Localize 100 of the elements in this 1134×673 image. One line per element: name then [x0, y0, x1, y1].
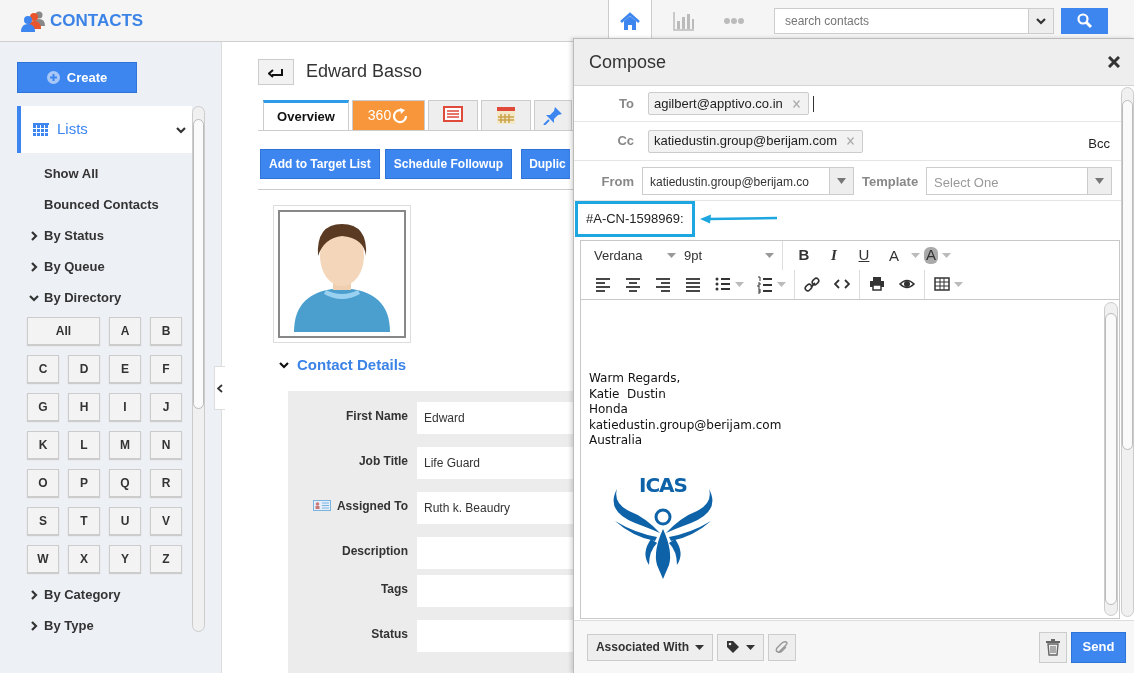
chevron-down-icon[interactable] [1036, 15, 1046, 26]
field-value[interactable]: Edward [417, 401, 573, 434]
letter-button[interactable]: G [27, 393, 59, 421]
format-button[interactable]: A [881, 246, 907, 265]
letter-button[interactable]: L [68, 431, 100, 459]
letter-button[interactable]: A [109, 317, 141, 345]
create-button[interactable]: Create [17, 62, 137, 93]
plus-icon [46, 71, 60, 84]
chevron-right-icon[interactable] [28, 589, 39, 600]
tag-icon [726, 640, 740, 654]
letter-button[interactable]: C [27, 355, 59, 383]
letter-button[interactable]: R [150, 469, 182, 497]
action-button[interactable]: Duplic [521, 149, 570, 179]
tab[interactable] [428, 100, 478, 130]
scrollbar[interactable] [192, 106, 205, 632]
calendar-icon [496, 106, 516, 125]
letter-button[interactable]: X [68, 545, 100, 573]
section-title[interactable]: Contact Details [297, 354, 407, 377]
letter-button[interactable]: D [68, 355, 100, 383]
delete-button[interactable] [1039, 631, 1067, 663]
letter-button[interactable]: N [150, 431, 182, 459]
grid-icon [33, 122, 49, 137]
dropdown-arrow-icon [837, 177, 846, 184]
recipient-chip[interactable]: katiedustin.group@berijam.com [648, 129, 863, 153]
format-button[interactable]: A [924, 247, 938, 264]
chevron-down-icon[interactable] [28, 292, 39, 303]
letter-button[interactable]: W [27, 545, 59, 573]
letter-button[interactable]: O [27, 469, 59, 497]
letter-button[interactable]: K [27, 431, 59, 459]
letter-button[interactable]: Q [109, 469, 141, 497]
letter-button[interactable]: J [150, 393, 182, 421]
chevron-right-icon[interactable] [28, 261, 39, 272]
field-value[interactable]: Life Guard [417, 446, 573, 479]
search-field[interactable]: search contacts [774, 7, 1054, 34]
associated-with-button[interactable]: Associated With [587, 633, 713, 661]
tab[interactable]: Overview [263, 100, 349, 130]
letter-button[interactable]: Z [150, 545, 182, 573]
field-value[interactable] [417, 536, 573, 569]
letter-button[interactable]: U [109, 507, 141, 535]
field-label: From [600, 173, 634, 192]
sidebar-item[interactable]: Show All [44, 163, 99, 184]
format-button[interactable]: I [821, 243, 847, 268]
sidebar-item[interactable]: Bounced Contacts [44, 194, 159, 215]
search-button[interactable] [1061, 7, 1108, 34]
letter-button[interactable]: P [68, 469, 100, 497]
letter-button[interactable]: V [150, 507, 182, 535]
letter-button[interactable]: I [109, 393, 141, 421]
bcc-link[interactable]: Bcc [1088, 134, 1110, 154]
chevron-down-icon[interactable] [176, 124, 186, 135]
tab[interactable] [534, 100, 572, 130]
sidebar-item[interactable]: By Status [44, 225, 104, 246]
dropdown-arrow-icon [776, 282, 786, 287]
close-icon [1108, 56, 1120, 68]
recipient-chip[interactable]: agilbert@apptivo.co.in [648, 92, 809, 115]
tag-button[interactable] [717, 633, 764, 661]
letter-button[interactable]: S [27, 507, 59, 535]
subject-field[interactable]: #A-CN-1598969: [575, 201, 695, 237]
action-button[interactable]: Schedule Followup [384, 149, 513, 179]
close-button[interactable] [1108, 56, 1120, 68]
format-button[interactable]: U [851, 243, 877, 268]
lists-header[interactable]: Lists [17, 106, 192, 153]
letter-button[interactable]: E [109, 355, 141, 383]
field-value[interactable] [417, 619, 573, 652]
letter-button[interactable]: T [68, 507, 100, 535]
chevron-down-icon[interactable] [279, 360, 289, 371]
action-button[interactable]: Add to Target List [260, 149, 380, 179]
letter-button[interactable]: F [150, 355, 182, 383]
letter-button[interactable]: Y [109, 545, 141, 573]
field-value[interactable]: Ruth k. Beaudry [417, 491, 573, 524]
search-input[interactable]: search contacts [775, 8, 1028, 33]
field-label: Template [862, 173, 919, 192]
send-button[interactable]: Send [1071, 631, 1126, 663]
sidebar-item[interactable]: By Queue [44, 256, 105, 277]
field-value[interactable] [417, 574, 573, 607]
sidebar-item[interactable]: By Directory [44, 287, 122, 308]
link-icon [804, 275, 820, 294]
format-button[interactable]: B [791, 243, 817, 268]
scrollbar[interactable] [1121, 87, 1134, 617]
collapse-handle[interactable] [214, 366, 225, 410]
letter-button[interactable]: M [109, 431, 141, 459]
font-select[interactable]: Verdana [590, 245, 680, 266]
letter-button[interactable]: B [150, 317, 182, 345]
scrollbar[interactable] [1104, 302, 1118, 616]
letter-button[interactable]: H [68, 393, 100, 421]
tab[interactable] [481, 100, 531, 130]
message-body[interactable]: Warm Regards, Katie Dustin Honda katiedustin.group@berijam.com Australia ICAS [581, 299, 1119, 618]
chevron-right-icon[interactable] [28, 230, 39, 241]
letter-button[interactable]: All [27, 317, 100, 345]
back-button[interactable] [258, 58, 294, 85]
size-select[interactable]: 9pt [680, 245, 778, 266]
sidebar-item[interactable]: By Type [44, 615, 94, 636]
chevron-right-icon[interactable] [28, 620, 39, 631]
search-icon [1076, 12, 1093, 29]
attach-button[interactable] [768, 633, 796, 661]
caret-icon [746, 644, 755, 650]
print-icon [869, 275, 885, 294]
dropdown-arrow-icon [765, 253, 774, 258]
sidebar-item[interactable]: By Category [44, 584, 121, 605]
from-select[interactable]: katiedustin.group@berijam.co [642, 166, 854, 195]
table-icon [933, 275, 950, 294]
